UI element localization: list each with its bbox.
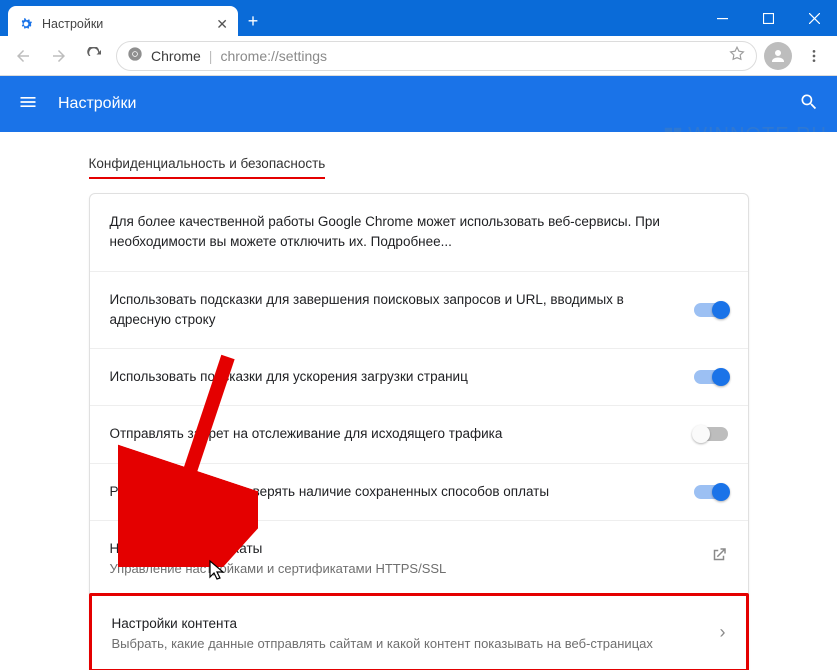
browser-tab[interactable]: Настройки ✕ xyxy=(8,6,238,42)
intro-row: Для более качественной работы Google Chr… xyxy=(90,194,748,271)
row-label: Отправлять запрет на отслеживание для ис… xyxy=(110,424,680,444)
tab-title: Настройки xyxy=(42,17,103,31)
chrome-logo-icon xyxy=(127,46,143,65)
section-title: Конфиденциальность и безопасность xyxy=(89,152,326,179)
minimize-button[interactable] xyxy=(699,0,745,36)
external-link-icon xyxy=(710,546,728,569)
toggle-search-suggestions[interactable] xyxy=(694,303,728,317)
content-settings-row[interactable]: Настройки контента Выбрать, какие данные… xyxy=(89,593,749,670)
address-bar: Chrome | chrome://settings xyxy=(0,36,837,76)
omnibox[interactable]: Chrome | chrome://settings xyxy=(116,41,757,71)
url-separator: | xyxy=(209,48,213,64)
settings-card: Для более качественной работы Google Chr… xyxy=(89,193,749,670)
bookmark-star-icon[interactable] xyxy=(728,45,746,66)
toggle-do-not-track[interactable] xyxy=(694,427,728,441)
profile-avatar[interactable] xyxy=(763,41,793,71)
close-tab-icon[interactable]: ✕ xyxy=(216,16,228,33)
toggle-payment-check[interactable] xyxy=(694,485,728,499)
row-label: Настроить сертификаты xyxy=(110,539,696,559)
maximize-button[interactable] xyxy=(745,0,791,36)
gear-icon xyxy=(18,16,34,32)
row-sublabel: Управление настройками и сертификатами H… xyxy=(110,561,696,576)
row-label: Использовать подсказки для ускорения заг… xyxy=(110,367,680,387)
row-label: Настройки контента xyxy=(112,614,706,634)
close-window-button[interactable] xyxy=(791,0,837,36)
menu-icon[interactable] xyxy=(18,92,38,117)
window-titlebar: Настройки ✕ + xyxy=(0,0,837,36)
menu-button[interactable] xyxy=(799,41,829,71)
page-title: Настройки xyxy=(58,95,136,113)
row-sublabel: Выбрать, какие данные отправлять сайтам … xyxy=(112,636,706,651)
url-text: chrome://settings xyxy=(220,48,327,64)
search-icon[interactable] xyxy=(799,92,819,117)
reload-button[interactable] xyxy=(80,41,110,71)
preload-row: Использовать подсказки для ускорения заг… xyxy=(90,348,748,405)
row-label: Разрешить сайтам проверять наличие сохра… xyxy=(110,482,680,502)
forward-button[interactable] xyxy=(44,41,74,71)
learn-more-link[interactable]: Подробнее... xyxy=(371,234,452,249)
certificates-row[interactable]: Настроить сертификаты Управление настрой… xyxy=(90,520,748,594)
payment-check-row: Разрешить сайтам проверять наличие сохра… xyxy=(90,463,748,520)
toggle-preload[interactable] xyxy=(694,370,728,384)
person-icon xyxy=(764,42,792,70)
dnt-row: Отправлять запрет на отслеживание для ис… xyxy=(90,405,748,462)
back-button[interactable] xyxy=(8,41,38,71)
settings-content: Конфиденциальность и безопасность Для бо… xyxy=(0,132,837,670)
search-suggestions-row: Использовать подсказки для завершения по… xyxy=(90,271,748,349)
url-label: Chrome xyxy=(151,48,201,64)
row-label: Использовать подсказки для завершения по… xyxy=(110,290,680,331)
chevron-right-icon: › xyxy=(720,622,726,643)
new-tab-button[interactable]: + xyxy=(238,6,268,36)
